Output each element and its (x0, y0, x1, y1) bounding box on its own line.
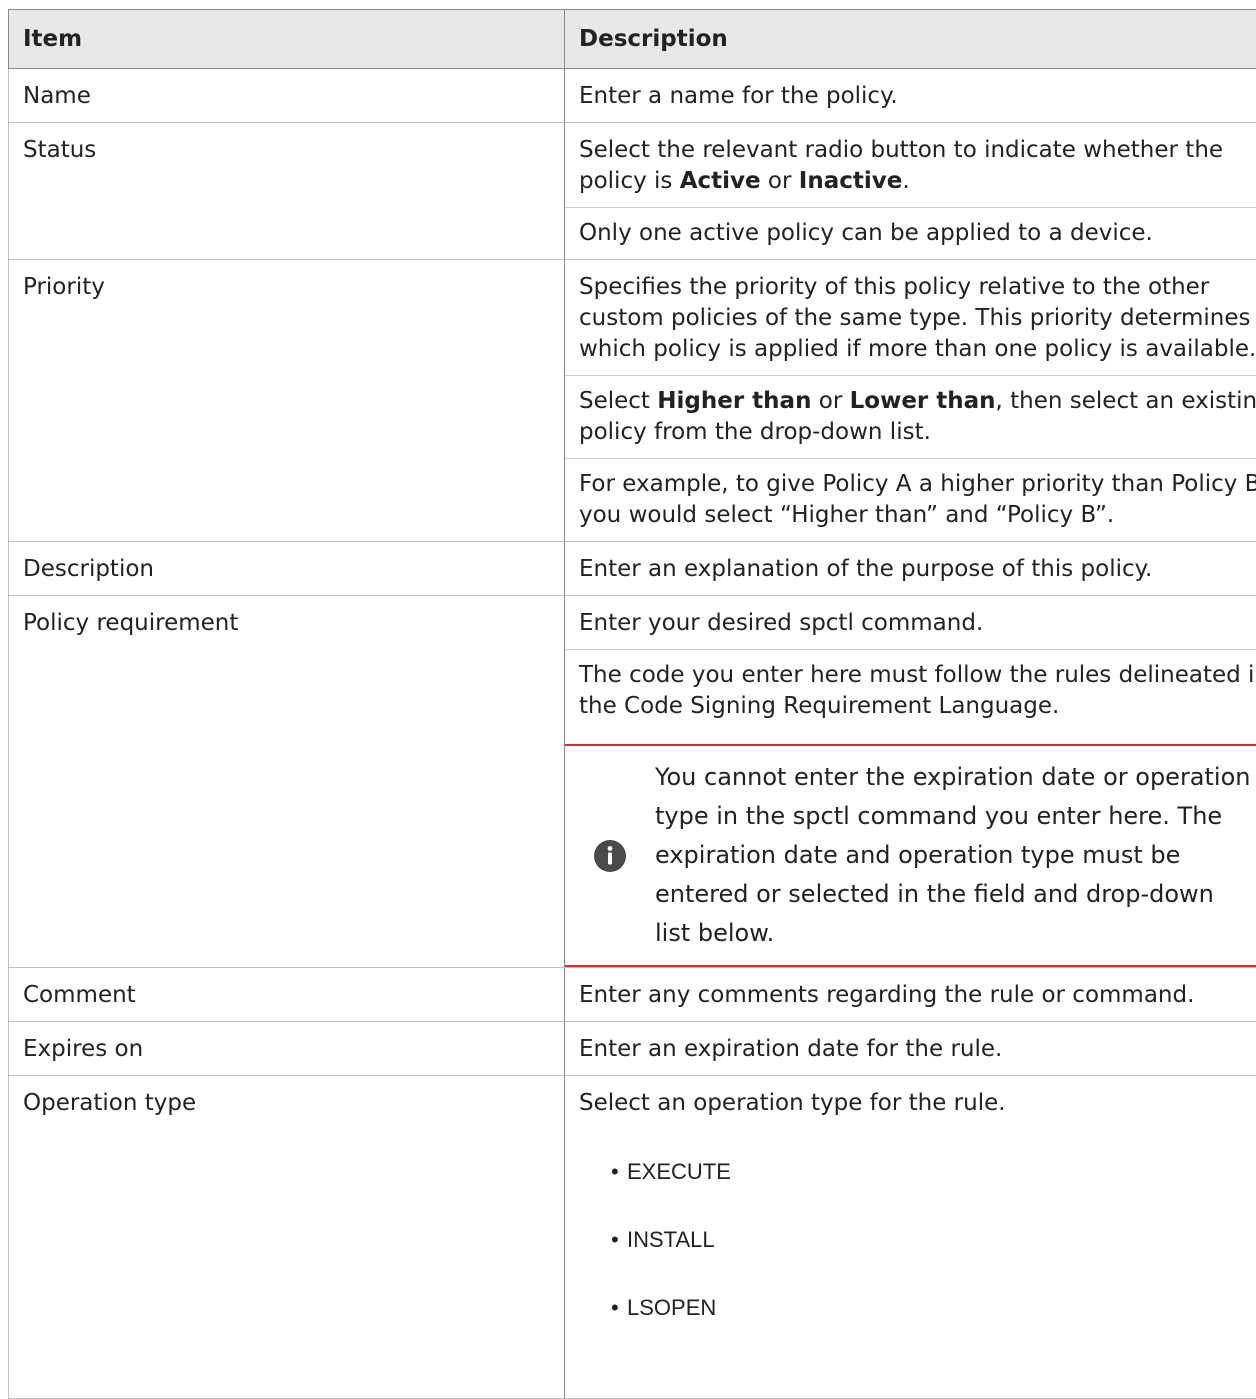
table-row: Operation type Select an operation type … (9, 1076, 1256, 1399)
text-run: or (761, 168, 799, 194)
description-policy-requirement: Enter your desired spctl command. The co… (565, 596, 1256, 968)
column-header-item: Item (9, 10, 565, 69)
text-run: . (902, 168, 909, 194)
table-row: Priority Specifies the priority of this … (9, 260, 1256, 542)
emphasis-active: Active (680, 168, 761, 194)
description-text: Enter an expiration date for the rule. (579, 1034, 1256, 1065)
column-header-description: Description (565, 10, 1256, 69)
operation-type-list: EXECUTE INSTALL LSOPEN (579, 1156, 1256, 1323)
description-text: The code you enter here must follow the … (565, 649, 1256, 722)
parameters-table: Item Description Name Enter a name for t… (8, 9, 1256, 1399)
description-expires-on: Enter an expiration date for the rule. (565, 1022, 1256, 1076)
description-text: Select an operation type for the rule. (579, 1088, 1256, 1119)
description-name: Enter a name for the policy. (565, 69, 1256, 123)
text-run: Select (579, 388, 657, 414)
table-row: Policy requirement Enter your desired sp… (9, 596, 1256, 968)
description-text: Enter an explanation of the purpose of t… (579, 554, 1256, 585)
item-priority: Priority (9, 260, 565, 542)
description-text: For example, to give Policy A a higher p… (565, 458, 1256, 531)
description-priority: Specifies the priority of this policy re… (565, 260, 1256, 542)
item-name: Name (9, 69, 565, 123)
list-item: INSTALL (579, 1224, 1256, 1255)
list-item: EXECUTE (579, 1156, 1256, 1187)
text-run: or (811, 388, 849, 414)
info-icon (565, 840, 655, 872)
description-text: Only one active policy can be applied to… (565, 207, 1256, 249)
emphasis-higher-than: Higher than (657, 388, 811, 414)
list-item: LSOPEN (579, 1292, 1256, 1323)
table-row: Expires on Enter an expiration date for … (9, 1022, 1256, 1076)
emphasis-lower-than: Lower than (850, 388, 996, 414)
emphasis-inactive: Inactive (799, 168, 903, 194)
description-text: Enter your desired spctl command. (579, 608, 1256, 639)
item-description: Description (9, 542, 565, 596)
item-policy-requirement: Policy requirement (9, 596, 565, 968)
description-text: Enter any comments regarding the rule or… (579, 980, 1256, 1011)
description-text: Enter a name for the policy. (579, 81, 1256, 112)
item-expires-on: Expires on (9, 1022, 565, 1076)
description-comment: Enter any comments regarding the rule or… (565, 968, 1256, 1022)
note-text: You cannot enter the expiration date or … (655, 758, 1256, 953)
description-text: Specifies the priority of this policy re… (579, 272, 1256, 365)
item-comment: Comment (9, 968, 565, 1022)
description-text: Select Higher than or Lower than, then s… (565, 375, 1256, 448)
table-row: Description Enter an explanation of the … (9, 542, 1256, 596)
item-status: Status (9, 123, 565, 260)
table-row: Comment Enter any comments regarding the… (9, 968, 1256, 1022)
description-text: Select the relevant radio button to indi… (579, 135, 1256, 197)
table-row: Status Select the relevant radio button … (9, 123, 1256, 260)
description-description: Enter an explanation of the purpose of t… (565, 542, 1256, 596)
table-row: Name Enter a name for the policy. (9, 69, 1256, 123)
item-operation-type: Operation type (9, 1076, 565, 1399)
description-operation-type: Select an operation type for the rule. E… (565, 1076, 1256, 1399)
info-note: You cannot enter the expiration date or … (565, 744, 1256, 967)
description-status: Select the relevant radio button to indi… (565, 123, 1256, 260)
table-header-row: Item Description (9, 10, 1256, 69)
